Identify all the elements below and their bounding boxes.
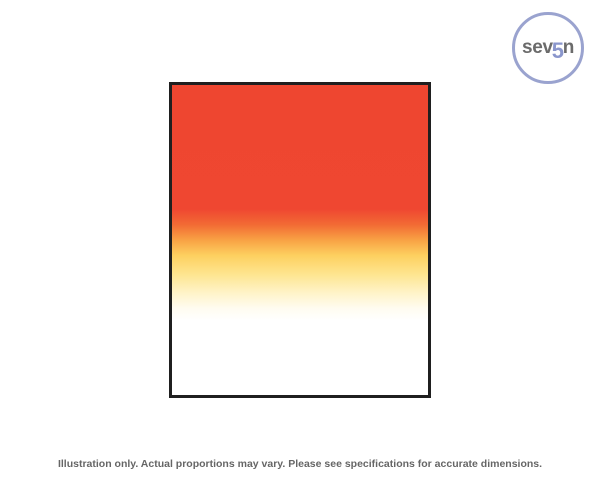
graduated-filter-illustration xyxy=(169,82,431,398)
logo-text-after: n xyxy=(562,37,575,58)
logo-text-accent: 5 xyxy=(551,38,564,63)
disclaimer-caption: Illustration only. Actual proportions ma… xyxy=(57,458,543,470)
logo-text-before: sev xyxy=(521,37,553,58)
page: sev 5 n Illustration only. Actual proporti… xyxy=(0,0,600,480)
brand-logo: sev 5 n xyxy=(512,12,584,84)
